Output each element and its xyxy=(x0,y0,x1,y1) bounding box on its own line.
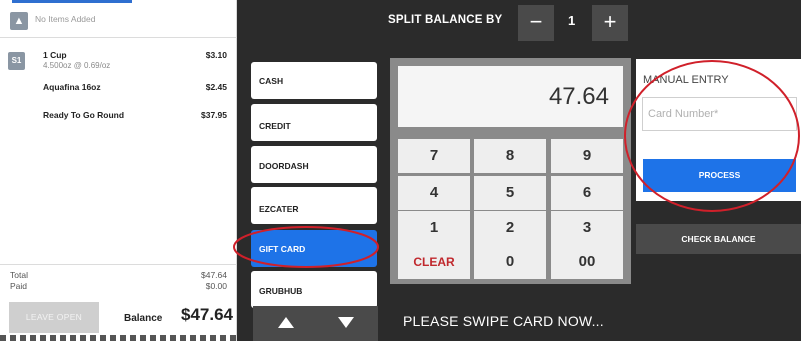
key-1[interactable]: 1 xyxy=(398,211,470,245)
tender-label: EZCATER xyxy=(259,204,299,214)
total-label: Total xyxy=(10,270,28,280)
item-price: $3.10 xyxy=(205,50,227,60)
seat-badge[interactable]: S1 xyxy=(8,52,25,70)
key-4[interactable]: 4 xyxy=(398,176,470,210)
paid-label: Paid xyxy=(10,281,28,291)
key-2[interactable]: 2 xyxy=(474,211,546,245)
item-price: $37.95 xyxy=(201,110,227,120)
ticket-panel: ▲ No Items Added S1 1 Cup 4.500oz @ 0.69… xyxy=(0,0,237,341)
tender-list: CASH CREDIT DOORDASH EZCATER GIFT CARD G… xyxy=(251,60,379,341)
key-8[interactable]: 8 xyxy=(474,139,546,173)
item-name: Aquafina 16oz xyxy=(43,82,101,92)
split-decrement-button[interactable]: − xyxy=(518,5,554,41)
ticket-tear-edge xyxy=(0,335,237,341)
ticket-header: ▲ No Items Added xyxy=(0,4,237,38)
tender-label: CASH xyxy=(259,76,284,86)
triangle-down-icon[interactable] xyxy=(338,317,354,328)
item-name: Ready To Go Round xyxy=(43,110,125,120)
key-7[interactable]: 7 xyxy=(398,139,470,173)
tender-cash-button[interactable]: CASH xyxy=(251,62,377,99)
key-0[interactable]: 0 xyxy=(474,245,546,279)
tender-grubhub-button[interactable]: GRUBHUB xyxy=(251,271,377,308)
item-price: $2.45 xyxy=(205,82,227,92)
split-increment-button[interactable]: + xyxy=(592,5,628,41)
tender-label: CREDIT xyxy=(259,121,291,131)
shirt-icon: ▲ xyxy=(10,12,28,30)
check-balance-button[interactable]: CHECK BALANCE xyxy=(636,224,801,254)
balance-value: $47.64 xyxy=(181,305,233,324)
ticket-divider xyxy=(0,264,237,265)
tender-label: DOORDASH xyxy=(259,161,309,171)
card-number-input[interactable] xyxy=(642,97,797,131)
item-name: 1 Cup xyxy=(43,50,67,60)
tender-credit-button[interactable]: CREDIT xyxy=(251,104,377,141)
key-6[interactable]: 6 xyxy=(551,176,623,210)
no-items-label: No Items Added xyxy=(35,14,96,24)
process-button[interactable]: PROCESS xyxy=(643,159,796,192)
split-count: 1 xyxy=(568,13,576,28)
tender-label: GIFT CARD xyxy=(259,244,306,254)
tender-scroll-bar xyxy=(253,306,378,341)
amount-display: 47.64 xyxy=(398,66,623,127)
triangle-up-icon[interactable] xyxy=(278,317,294,328)
key-5[interactable]: 5 xyxy=(474,176,546,210)
paid-value: $0.00 xyxy=(205,281,227,291)
total-value: $47.64 xyxy=(201,270,227,280)
leave-open-button[interactable]: LEAVE OPEN xyxy=(9,302,99,333)
key-00[interactable]: 00 xyxy=(551,245,623,279)
tender-doordash-button[interactable]: DOORDASH xyxy=(251,146,377,183)
key-9[interactable]: 9 xyxy=(551,139,623,173)
manual-entry-title: MANUAL ENTRY xyxy=(643,74,729,86)
balance-label: Balance xyxy=(124,313,163,324)
tender-label: GRUBHUB xyxy=(259,286,303,296)
item-detail: 4.500oz @ 0.69/oz xyxy=(43,61,111,70)
swipe-card-prompt: PLEASE SWIPE CARD NOW... xyxy=(403,313,604,329)
clear-button[interactable]: CLEAR xyxy=(398,245,470,279)
key-3[interactable]: 3 xyxy=(551,211,623,245)
totals: Total $47.64 Paid $0.00 xyxy=(0,270,237,292)
split-balance-label: SPLIT BALANCE BY xyxy=(388,14,503,26)
tender-ezcater-button[interactable]: EZCATER xyxy=(251,187,377,224)
ticket-tab-indicator xyxy=(12,0,132,3)
tender-gift-card-button[interactable]: GIFT CARD xyxy=(251,230,377,267)
